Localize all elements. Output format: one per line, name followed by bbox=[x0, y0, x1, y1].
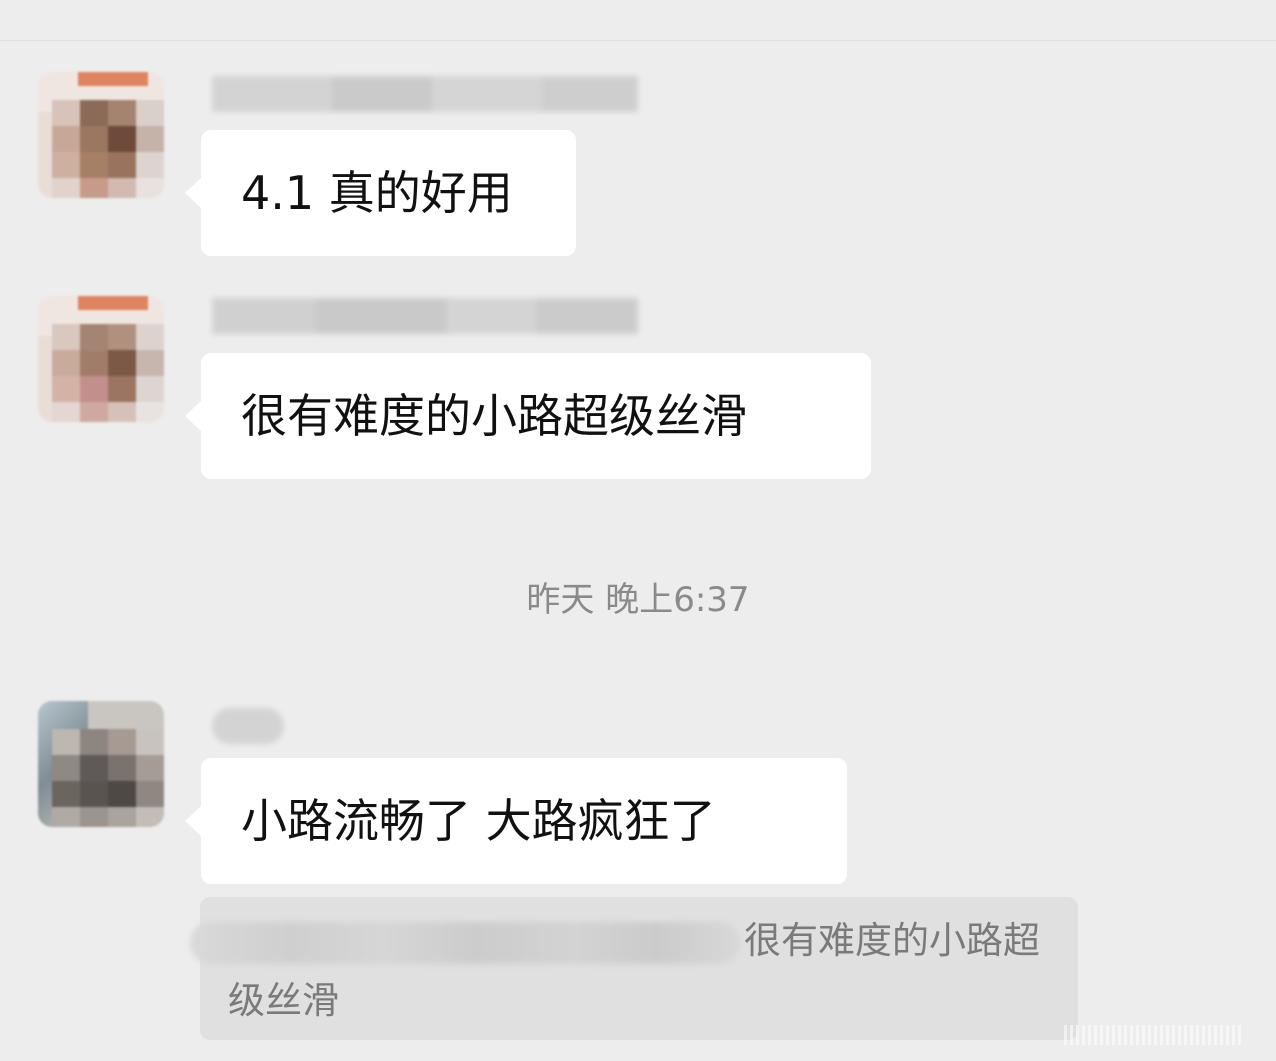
watermark bbox=[1064, 1025, 1264, 1045]
avatar[interactable] bbox=[38, 72, 164, 198]
message-text: 4.1 真的好用 bbox=[241, 166, 513, 220]
message-bubble[interactable]: 4.1 真的好用 bbox=[185, 130, 576, 256]
message-text: 小路流畅了 大路疯狂了 bbox=[241, 794, 716, 848]
sender-name bbox=[212, 298, 638, 334]
message-bubble[interactable]: 小路流畅了 大路疯狂了 bbox=[185, 758, 847, 884]
quoted-message[interactable]: 很有难度的小路超级丝滑 bbox=[190, 897, 1078, 1040]
message-bubble[interactable]: 很有难度的小路超级丝滑 bbox=[185, 353, 871, 479]
quoted-sender-name bbox=[190, 921, 740, 964]
sender-name bbox=[212, 76, 638, 112]
avatar[interactable] bbox=[38, 296, 164, 422]
sender-name bbox=[212, 708, 284, 744]
message-text: 很有难度的小路超级丝滑 bbox=[241, 389, 747, 443]
timestamp: 昨天 晚上6:37 bbox=[526, 580, 750, 620]
top-divider bbox=[0, 40, 1276, 41]
avatar[interactable] bbox=[38, 701, 164, 827]
